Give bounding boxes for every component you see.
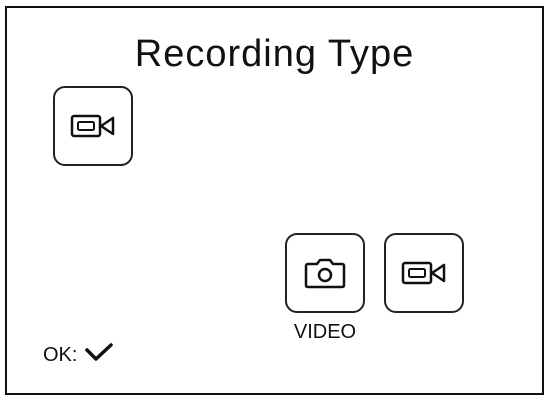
video-camera-icon [70,113,116,139]
recording-type-screen: Recording Type VIDEO OK: [5,6,544,395]
selected-option-label: VIDEO [293,321,357,343]
ok-hint: OK: [43,342,114,367]
ok-label: OK: [43,343,78,366]
current-mode-indicator [53,86,133,166]
screen-title: Recording Type [134,33,415,75]
video-mode-button[interactable] [384,233,464,313]
video-camera-icon [401,260,447,286]
photo-camera-icon [304,256,346,290]
photo-mode-button[interactable] [285,233,365,313]
checkmark-icon [85,342,114,367]
